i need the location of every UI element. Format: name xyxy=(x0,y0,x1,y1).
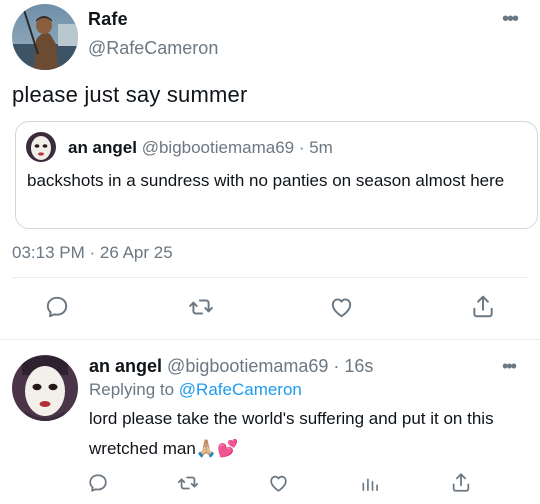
tweet-timestamp[interactable]: 03:13 PM · 26 Apr 25 xyxy=(12,243,173,263)
reply-author-name[interactable]: an angel xyxy=(89,356,162,376)
reply-author-handle-time[interactable]: @bigbootiemama69 · 16s xyxy=(167,356,373,376)
reply-like-icon[interactable] xyxy=(267,472,290,494)
quoted-author-avatar xyxy=(26,132,56,162)
quoted-tweet[interactable]: an angel @bigbootiemama69 · 5m backshots… xyxy=(15,121,538,229)
retweet-icon[interactable] xyxy=(187,294,215,320)
author-handle[interactable]: @RafeCameron xyxy=(88,38,218,59)
tweet-text: please just say summer xyxy=(12,82,248,107)
reply-retweet-icon[interactable] xyxy=(176,472,200,494)
replying-to-prefix: Replying to xyxy=(89,380,175,399)
quoted-author-name: an angel xyxy=(68,138,137,157)
divider xyxy=(0,339,540,340)
reply-icon[interactable] xyxy=(44,294,70,320)
replying-to-handle[interactable]: @RafeCameron xyxy=(179,380,302,399)
quoted-author-meta: an angel @bigbootiemama69 · 5m xyxy=(68,138,333,158)
reply-text: lord please take the world's suffering a… xyxy=(89,409,494,458)
quoted-author-handle-time: @bigbootiemama69 · 5m xyxy=(141,138,333,157)
reply-author-meta: an angel @bigbootiemama69 · 16s xyxy=(89,356,373,377)
reply-author-avatar[interactable] xyxy=(12,355,78,421)
like-icon[interactable] xyxy=(328,294,355,320)
replying-to: Replying to @RafeCameron xyxy=(89,380,302,400)
reply-share-icon[interactable] xyxy=(450,471,472,494)
quoted-tweet-text: backshots in a sundress with no panties … xyxy=(27,171,505,190)
share-icon[interactable] xyxy=(470,293,496,320)
divider xyxy=(12,277,528,278)
author-name[interactable]: Rafe xyxy=(88,9,128,30)
author-avatar[interactable] xyxy=(12,4,78,70)
reply-views-icon[interactable] xyxy=(360,473,380,494)
reply-reply-icon[interactable] xyxy=(87,472,109,494)
more-options-icon[interactable]: ••• xyxy=(502,9,519,29)
reply-more-options-icon[interactable]: ••• xyxy=(502,357,517,375)
